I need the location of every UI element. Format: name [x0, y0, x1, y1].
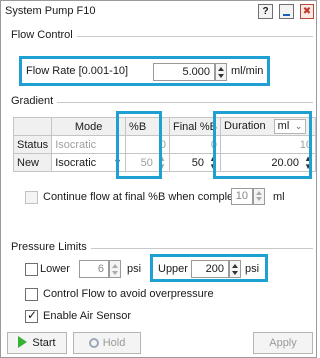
close-button[interactable]: ✖ — [300, 4, 314, 19]
start-button-label: Start — [32, 337, 56, 349]
pressure-limits-group-label: Pressure Limits — [7, 241, 91, 253]
spin-down-icon — [232, 271, 238, 275]
spin-down-icon — [218, 74, 224, 78]
lower-limit-spinner[interactable] — [109, 260, 121, 278]
start-button[interactable]: Start — [7, 332, 67, 354]
pump-window: System Pump F10 ? ✖ Flow Control Flow Ra… — [0, 0, 317, 358]
new-row-label: New — [12, 153, 53, 172]
continue-flow-label: Continue flow at final %B when complete — [43, 191, 243, 203]
minimize-icon — [283, 14, 290, 16]
pct-b-highlight — [116, 111, 162, 179]
spin-down-icon — [112, 271, 118, 275]
spin-up-icon — [232, 264, 238, 268]
new-final-pct-b-value: 50 — [191, 156, 204, 169]
lower-limit-unit: psi — [127, 263, 142, 275]
spin-up-icon — [112, 264, 118, 268]
flow-rate-unit: ml/min — [231, 65, 264, 77]
help-button[interactable]: ? — [258, 4, 273, 19]
flow-rate-input[interactable]: 5.000 — [153, 63, 215, 81]
minimize-button[interactable] — [279, 4, 294, 19]
spin-up-icon — [218, 67, 224, 71]
duration-highlight — [213, 111, 312, 179]
hold-button-label: Hold — [102, 337, 126, 349]
spin-down-icon — [256, 197, 262, 201]
control-flow-checkbox[interactable] — [25, 288, 38, 301]
hold-icon — [88, 338, 99, 348]
gradient-corner-cell — [12, 117, 53, 136]
upper-limit-unit: psi — [245, 263, 260, 275]
mode-header: Mode — [51, 117, 127, 136]
lower-limit-label: Lower — [40, 263, 70, 275]
continue-flow-checkbox[interactable] — [25, 191, 38, 204]
control-flow-label: Control Flow to avoid overpressure — [43, 288, 214, 300]
apply-button[interactable]: Apply — [253, 332, 313, 354]
play-icon — [18, 336, 28, 348]
gradient-group-label: Gradient — [7, 95, 58, 107]
continue-flow-spinner[interactable] — [253, 188, 265, 205]
continue-flow-unit: ml — [273, 191, 285, 203]
checkmark-icon: ✓ — [27, 308, 38, 322]
window-title: System Pump F10 — [5, 5, 96, 17]
upper-limit-label: Upper — [158, 263, 188, 275]
status-row-label: Status — [12, 135, 53, 154]
new-mode-dropdown[interactable]: Isocratic ▼ — [51, 153, 127, 172]
air-sensor-checkbox[interactable]: ✓ — [25, 308, 38, 323]
flow-rate-spinner[interactable] — [215, 63, 227, 81]
apply-button-label: Apply — [269, 337, 297, 349]
spin-up-icon — [256, 191, 262, 195]
flow-control-group-label: Flow Control — [7, 29, 77, 41]
lower-limit-input[interactable]: 6 — [79, 260, 109, 278]
flow-rate-label: Flow Rate [0.001-10] — [26, 65, 129, 77]
hold-button[interactable]: Hold — [73, 332, 141, 354]
lower-limit-checkbox[interactable] — [25, 263, 38, 276]
upper-limit-input[interactable]: 200 — [191, 260, 229, 278]
new-mode-value: Isocratic — [55, 156, 97, 169]
status-mode: Isocratic — [51, 135, 127, 154]
air-sensor-label: Enable Air Sensor — [43, 310, 132, 322]
continue-flow-input[interactable]: 10 — [231, 188, 253, 205]
title-bar: System Pump F10 ? ✖ — [1, 1, 316, 23]
upper-limit-spinner[interactable] — [229, 260, 241, 278]
